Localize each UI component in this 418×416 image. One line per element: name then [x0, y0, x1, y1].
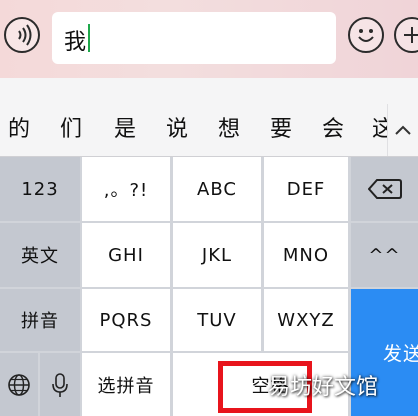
backspace-icon [367, 179, 402, 199]
message-input-text: 我 [64, 30, 87, 55]
candidate-word[interactable]: 是 [114, 117, 136, 143]
candidate-word[interactable]: 的 [8, 117, 30, 143]
voice-input-button[interactable] [4, 17, 40, 53]
more-button[interactable] [394, 17, 418, 53]
key-numbers[interactable]: 123 [0, 157, 80, 221]
message-input[interactable]: 我 [52, 12, 336, 64]
select-pinyin-button[interactable]: 选拼音 [82, 353, 170, 416]
expand-candidates-button[interactable] [387, 104, 418, 156]
candidate-word[interactable]: 这 [372, 117, 388, 143]
key-def[interactable]: DEF [264, 157, 348, 221]
microphone-icon [52, 372, 68, 397]
candidate-word[interactable]: 想 [218, 117, 240, 143]
key-abc[interactable]: ABC [173, 157, 261, 221]
key-tuv[interactable]: TUV [173, 289, 261, 351]
voice-wave-icon [18, 24, 32, 46]
key-pqrs[interactable]: PQRS [82, 289, 170, 351]
plus-circle-icon [404, 27, 418, 43]
globe-icon [8, 373, 30, 396]
emoji-smile-icon [358, 29, 374, 42]
keyboard-toolbar [0, 78, 418, 104]
candidate-word[interactable]: 们 [60, 117, 82, 143]
emoji-button[interactable] [348, 17, 384, 53]
candidate-word[interactable]: 要 [270, 117, 292, 143]
text-caret [88, 24, 90, 52]
key-jkl[interactable]: JKL [173, 223, 261, 287]
chevron-up-icon [395, 125, 411, 135]
key-pinyin[interactable]: 拼音 [0, 289, 80, 351]
candidate-word[interactable]: 会 [322, 117, 344, 143]
key-english[interactable]: 英文 [0, 223, 80, 287]
chat-input-bar: 我 [0, 0, 418, 78]
microphone-button[interactable] [40, 353, 80, 416]
candidate-word[interactable]: 说 [166, 117, 188, 143]
globe-button[interactable] [0, 353, 38, 416]
watermark: 易坊好文馆 [268, 375, 379, 400]
key-mno[interactable]: MNO [264, 223, 348, 287]
key-punctuation[interactable]: ,。?! [82, 157, 170, 221]
backspace-button[interactable] [351, 157, 418, 221]
candidate-bar: 的 们 是 说 想 要 会 这 [0, 104, 418, 157]
key-emoticon[interactable]: ^^ [351, 223, 418, 287]
key-wxyz[interactable]: WXYZ [264, 289, 348, 351]
key-ghi[interactable]: GHI [82, 223, 170, 287]
